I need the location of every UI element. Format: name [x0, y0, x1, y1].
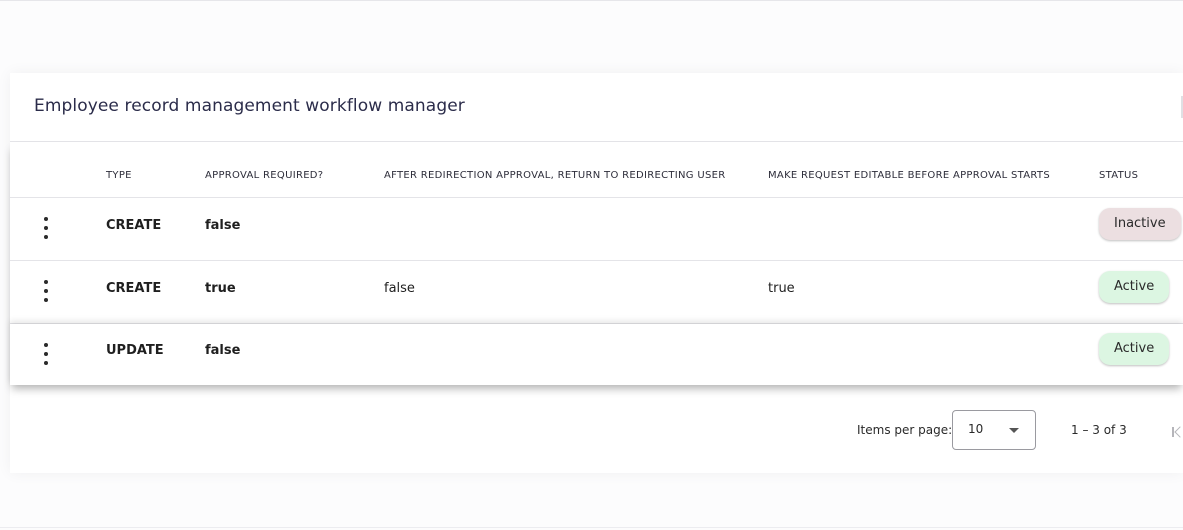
cell-return-to-redirecting-user: false	[384, 281, 415, 296]
page-range-label: 1 – 3 of 3	[1071, 423, 1127, 437]
page: Employee record management workflow mana…	[0, 0, 1183, 530]
cell-type: CREATE	[106, 281, 162, 296]
cell-editable-before-approval: true	[768, 281, 795, 296]
first-page-icon[interactable]	[1170, 423, 1183, 441]
more-vertical-icon[interactable]	[39, 343, 53, 365]
cell-approval-required: false	[205, 343, 241, 358]
column-header-return-to-redirecting-user[interactable]: AFTER REDIRECTION APPROVAL, RETURN TO RE…	[384, 170, 725, 181]
bottom-divider	[0, 527, 1183, 528]
card-title: Employee record management workflow mana…	[34, 96, 465, 116]
table-row: CREATE false Inactive	[10, 198, 1183, 261]
card-header: Employee record management workflow mana…	[10, 73, 1183, 142]
cell-type: CREATE	[106, 218, 162, 233]
items-per-page-select[interactable]: 10	[952, 410, 1036, 450]
cell-approval-required: false	[205, 218, 241, 233]
cell-approval-required: true	[205, 281, 236, 296]
workflow-card: Employee record management workflow mana…	[10, 73, 1183, 473]
paginator: Items per page: 10 1 – 3 of 3	[10, 403, 1183, 473]
status-badge: Active	[1099, 271, 1170, 303]
status-badge: Active	[1099, 333, 1170, 365]
cell-type: UPDATE	[106, 343, 164, 358]
top-divider	[0, 0, 1183, 1]
column-header-type[interactable]: TYPE	[106, 170, 132, 181]
more-vertical-icon[interactable]	[39, 217, 53, 239]
items-per-page-label: Items per page:	[857, 423, 953, 437]
caret-down-icon	[1009, 428, 1019, 433]
status-badge: Inactive	[1099, 208, 1181, 240]
more-vertical-icon[interactable]	[39, 280, 53, 302]
column-header-status[interactable]: STATUS	[1099, 170, 1138, 181]
table-header: TYPE APPROVAL REQUIRED? AFTER REDIRECTIO…	[10, 142, 1183, 198]
column-header-editable-before-approval[interactable]: MAKE REQUEST EDITABLE BEFORE APPROVAL ST…	[768, 170, 1050, 181]
workflow-table: TYPE APPROVAL REQUIRED? AFTER REDIRECTIO…	[10, 142, 1183, 385]
table-row: UPDATE false Active	[10, 324, 1183, 385]
column-header-approval-required[interactable]: APPROVAL REQUIRED?	[205, 170, 323, 181]
items-per-page-value: 10	[968, 422, 984, 436]
table-row: CREATE true false true Active	[10, 261, 1183, 324]
